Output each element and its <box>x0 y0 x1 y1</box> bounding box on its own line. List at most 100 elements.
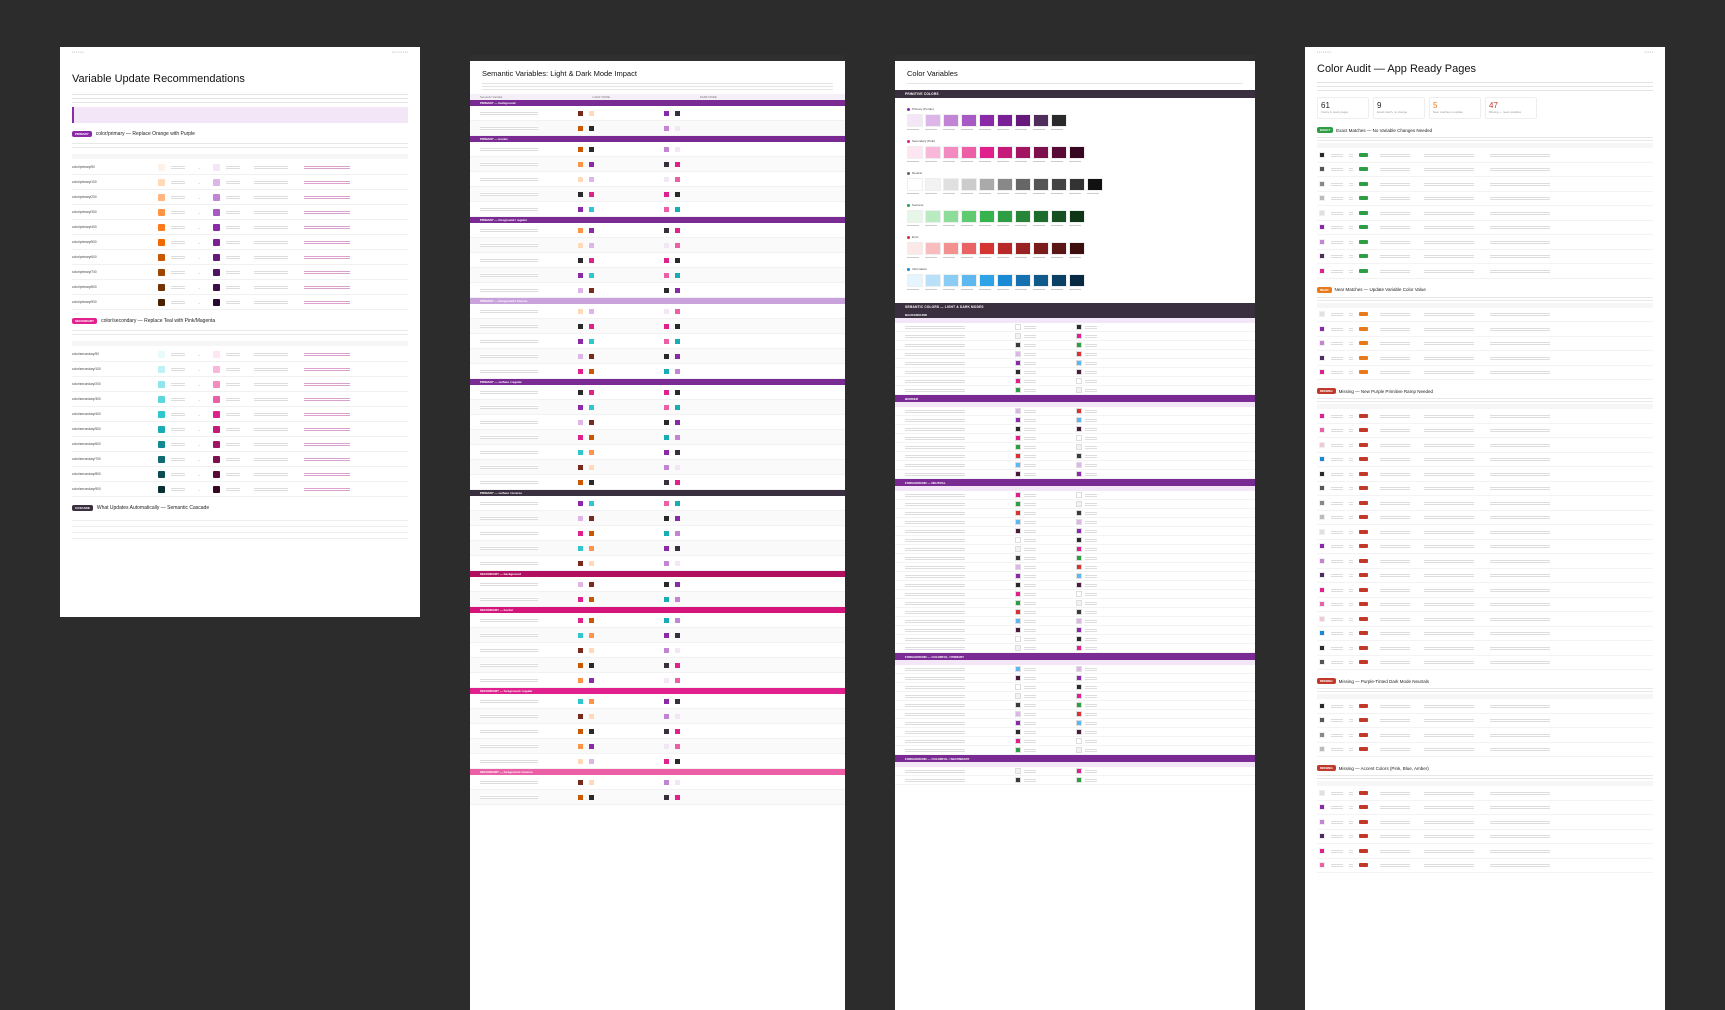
table-row: color/primary/100 → <box>72 175 408 190</box>
current-hex <box>171 285 185 289</box>
color-swatch <box>907 274 923 287</box>
dark-swatch <box>664 596 669 602</box>
table-row: color/secondary/800 → <box>72 467 408 482</box>
reference-link[interactable] <box>304 397 350 401</box>
usage-count <box>1349 747 1353 752</box>
reference-link[interactable] <box>304 382 350 386</box>
color-swatch <box>943 210 959 223</box>
frame-meta: ▪ ▪ ▪ ▪ ▪ ▪ ▪ ▪ ▪ ▪ ▪ ▪ ▪ ▪ ▪ ▪ <box>72 50 408 54</box>
swatch-label <box>1015 288 1027 291</box>
arrow-icon: → <box>197 441 201 447</box>
variable-name <box>480 648 538 652</box>
color-swatch <box>979 146 995 159</box>
semantic-row <box>470 142 845 157</box>
dark-swatch <box>664 110 669 116</box>
reference-link[interactable] <box>304 352 350 356</box>
light-swatch-alt <box>589 419 594 425</box>
reference-link[interactable] <box>304 270 350 274</box>
swatch-label <box>907 256 919 259</box>
semantic-row <box>470 577 845 592</box>
semantic-row <box>470 121 845 136</box>
recommendation <box>1424 471 1474 476</box>
usage-note <box>254 225 288 229</box>
audit-swatch <box>1319 528 1325 535</box>
new-swatch <box>213 425 220 433</box>
hex-value <box>1331 167 1343 172</box>
reference-link[interactable] <box>304 472 350 476</box>
semantic-row <box>470 364 845 379</box>
audit-row <box>1317 482 1653 496</box>
reference-link[interactable] <box>304 367 350 371</box>
dark-swatch <box>664 728 669 734</box>
variable-ref <box>1380 312 1410 317</box>
reference-link[interactable] <box>304 180 350 184</box>
dark-value <box>1085 379 1097 383</box>
recommendation <box>1424 312 1474 317</box>
reference-link[interactable] <box>304 442 350 446</box>
audit-swatch <box>1319 253 1325 260</box>
reference-link[interactable] <box>304 225 350 229</box>
token-name <box>905 379 965 383</box>
color-swatch <box>907 242 923 255</box>
semantic-row <box>470 172 845 187</box>
table-row: color/secondary/900 → <box>72 482 408 497</box>
reference-link[interactable] <box>304 285 350 289</box>
dark-swatch-alt <box>675 176 680 182</box>
semantic-frame: Semantic Variables: Light & Dark Mode Im… <box>470 55 845 1010</box>
note <box>1490 732 1550 737</box>
semantic-color-row <box>895 563 1255 572</box>
audit-row <box>1317 453 1653 467</box>
light-value-swatch <box>1015 360 1021 366</box>
section-description <box>1317 135 1653 141</box>
reference-link[interactable] <box>304 255 350 259</box>
token-name <box>905 361 965 365</box>
recommendation <box>1424 587 1474 592</box>
token-name <box>905 343 965 347</box>
section-tag: MISSING <box>1317 678 1336 684</box>
note <box>1490 529 1550 534</box>
dark-swatch-alt <box>675 389 680 395</box>
table-row: color/secondary/700 → <box>72 452 408 467</box>
reference-link[interactable] <box>304 195 350 199</box>
light-swatch-alt <box>589 560 594 566</box>
semantic-color-row <box>895 554 1255 563</box>
dark-value-swatch <box>1076 546 1082 552</box>
audit-swatch <box>1319 311 1325 318</box>
swatch-cell <box>961 210 977 227</box>
light-value <box>1024 730 1036 734</box>
reference-link[interactable] <box>304 412 350 416</box>
reference-link[interactable] <box>304 210 350 214</box>
swatch-cell <box>907 242 923 259</box>
variable-ref <box>1380 486 1410 491</box>
variable-name <box>480 273 538 277</box>
light-value <box>1024 463 1036 467</box>
recommendation <box>1424 225 1474 230</box>
status-badge <box>1359 616 1368 621</box>
audit-section-heading: NEAR Near Matches — Update Variable Color… <box>1317 286 1653 293</box>
swatch-label <box>1033 256 1045 259</box>
swatch-label <box>907 128 919 131</box>
color-swatch <box>997 146 1013 159</box>
light-swatch <box>578 713 583 719</box>
reference-link[interactable] <box>304 427 350 431</box>
dark-value <box>1085 730 1097 734</box>
token-name <box>905 610 965 614</box>
color-swatch <box>943 114 959 127</box>
reference-link[interactable] <box>304 165 350 169</box>
swatch-label <box>907 224 919 227</box>
variable-ref <box>1380 457 1410 462</box>
reference-link[interactable] <box>304 457 350 461</box>
reference-link[interactable] <box>304 240 350 244</box>
audit-swatch <box>1319 557 1325 564</box>
light-swatch <box>578 758 583 764</box>
dark-swatch-alt <box>675 698 680 704</box>
swatch-cell <box>1033 146 1049 163</box>
semantic-color-row <box>895 701 1255 710</box>
dark-swatch-alt <box>675 743 680 749</box>
section-tag: CASCADE <box>72 505 93 511</box>
semantic-row <box>470 775 845 790</box>
reference-link[interactable] <box>304 487 350 491</box>
reference-link[interactable] <box>304 300 350 304</box>
variable-name: color/primary/500 <box>72 240 97 244</box>
info-callout <box>72 107 408 123</box>
